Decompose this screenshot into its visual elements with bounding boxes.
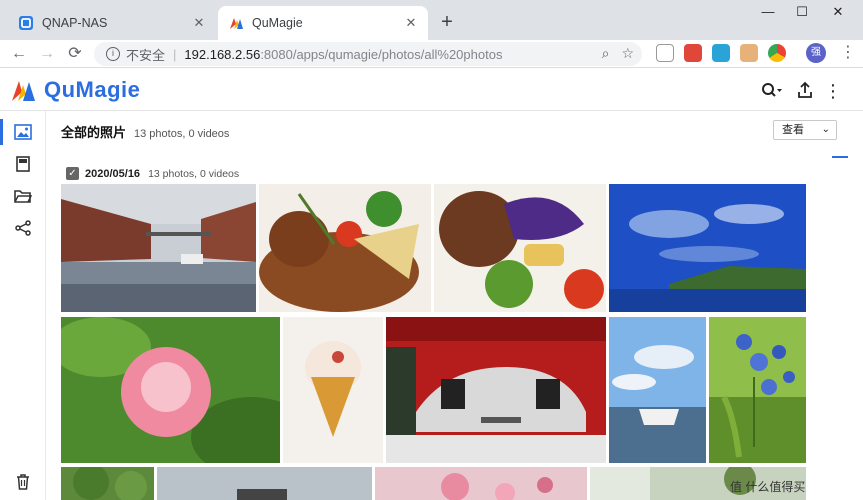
select-group-checkbox[interactable]: ✓ [66,167,79,180]
nav-photos[interactable] [12,121,34,143]
new-tab-button[interactable]: + [436,12,458,34]
photo-content: 全部的照片 13 photos, 0 videos 查看 ⌄ ✓ 2020/05… [47,112,863,500]
nav-albums[interactable] [12,153,34,175]
blossoms-photo [375,467,587,500]
photo-tile-blue-wildflowers[interactable] [709,317,806,463]
upload-icon[interactable] [795,81,815,101]
close-tab-icon[interactable]: ✕ [190,14,208,32]
tab-label: QNAP-NAS [42,16,108,30]
extension-chrome-icon[interactable] [768,44,786,62]
extension-shield-icon[interactable] [656,44,674,62]
photo-tile-grey-sky-building[interactable] [157,467,372,500]
icecream-photo [283,317,383,463]
minimize-button[interactable]: — [753,4,783,24]
extension-red-icon[interactable] [684,44,702,62]
insecure-label: 不安全 [126,47,166,63]
tab-qumagie[interactable]: QuMagie ✕ [218,6,428,40]
search-icon[interactable] [760,81,784,101]
photo-tile-pink-flower-bud[interactable] [61,317,280,463]
address-host: 192.168.2.56 [184,46,261,62]
trash-icon [17,474,29,490]
watermark-text: 值 什么值得买 [730,479,805,494]
dish-photo [259,184,431,312]
group-date: 2020/05/16 [85,167,141,180]
back-button[interactable]: ← [8,43,30,65]
browser-menu-icon[interactable]: ⋮ [840,44,856,62]
photo-tile-blue-sky-coast[interactable] [609,184,806,312]
info-icon[interactable]: i [106,47,120,61]
warehouse-photo [61,184,256,312]
close-tab-icon[interactable]: ✕ [402,14,420,32]
browser-toolbar: ← → ⟳ i 不安全 | 192.168.2.56 :8080/apps/qu… [0,40,863,68]
photo-tile-roasted-vegetables[interactable] [434,184,606,312]
flower-photo [61,317,280,463]
view-select-label: 查看 [782,124,804,136]
reload-button[interactable]: ⟳ [64,43,86,65]
app-header: QuMagie ⋮ [0,69,863,111]
forest-photo: 值 什么值得买 [590,467,806,500]
qumagie-logo-icon [12,81,35,101]
more-options-icon[interactable]: ⋮ [823,81,843,101]
photo-tile-plated-dish-herbs[interactable] [259,184,431,312]
harbor-photo [609,317,706,463]
qnap-favicon-icon [19,16,33,30]
trees-photo [61,467,154,500]
vegetables-photo [434,184,606,312]
address-bar[interactable]: i 不安全 | 192.168.2.56 :8080/apps/qumagie/… [94,42,642,66]
racecar-photo [386,317,606,463]
browser-tab-bar: QNAP-NAS ✕ QuMagie ✕ + — ☐ ✕ [0,0,863,40]
building-photo [157,467,372,500]
photo-tile-audi-race-car[interactable] [386,317,606,463]
photo-tile-pink-blossoms[interactable] [375,467,587,500]
extension-face-icon[interactable] [740,44,758,62]
wildflower-photo [709,317,806,463]
forward-button[interactable]: → [36,43,58,65]
profile-avatar[interactable]: 强 [806,43,826,63]
page-title: 全部的照片 [61,125,127,140]
left-nav-rail [0,111,46,500]
photo-tile-green-trees[interactable] [61,467,154,500]
qumagie-favicon-icon [230,18,243,29]
date-group-header: ✓ 2020/05/16 13 photos, 0 videos [66,167,239,180]
close-window-button[interactable]: ✕ [823,4,853,24]
nav-share[interactable] [12,217,34,239]
nav-folders[interactable] [12,185,34,207]
chevron-down-icon: ⌄ [821,124,830,135]
image-icon [14,124,32,140]
maximize-button[interactable]: ☐ [787,4,817,24]
logo-text: QuMagie [44,77,141,102]
group-count: 13 photos, 0 videos [148,167,240,180]
photo-tile-harbor-yacht[interactable] [609,317,706,463]
tab-qnap-nas[interactable]: QNAP-NAS ✕ [8,6,216,40]
sky-photo [609,184,806,312]
photo-tile-ice-cream-cone[interactable] [283,317,383,463]
page-subtitle: 13 photos, 0 videos [134,128,230,140]
zoom-icon[interactable]: ⌕ [602,45,610,62]
nav-trash[interactable] [12,471,34,493]
tab-label: QuMagie [252,16,303,30]
timeline-scroll-marker[interactable] [832,156,848,158]
search-dropdown-icon [762,83,782,97]
album-icon [16,156,30,172]
address-path: :8080/apps/qumagie/photos/all%20photos [260,46,503,62]
photo-tile-forest-path[interactable]: 值 什么值得买 [590,467,806,500]
bookmark-star-icon[interactable]: ☆ [621,45,634,62]
address-separator: | [173,46,177,62]
photo-tile-red-brick-warehouses[interactable] [61,184,256,312]
share-icon [15,220,31,236]
qumagie-logo[interactable]: QuMagie [10,77,140,103]
page-header: 全部的照片 13 photos, 0 videos [61,122,229,141]
folder-icon [14,189,32,203]
extension-blue-icon[interactable] [712,44,730,62]
view-select[interactable]: 查看 ⌄ [773,120,837,140]
active-indicator [0,119,3,145]
